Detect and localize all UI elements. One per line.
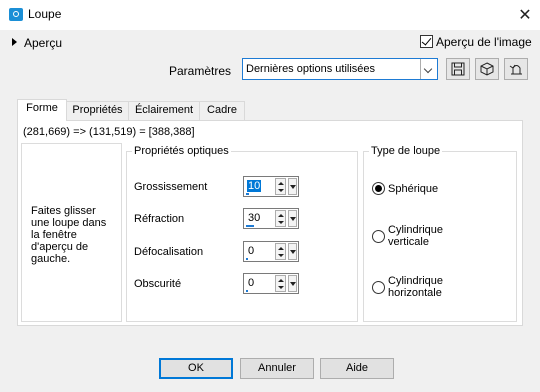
darkness-level-bar	[246, 290, 248, 292]
slider-popup-button[interactable]	[288, 275, 297, 292]
coordinates-readout: (281,669) => (131,519) = [388,388]	[23, 126, 195, 138]
checkmark-icon	[420, 35, 433, 48]
magnification-stepper[interactable]: 10	[243, 176, 299, 197]
slider-popup-button[interactable]	[288, 210, 297, 227]
close-button[interactable]: ✕	[513, 3, 537, 27]
save-preset-button[interactable]	[446, 58, 470, 80]
preset-dropdown[interactable]: Dernières options utilisées	[242, 58, 438, 80]
refraction-label: Réfraction	[134, 213, 185, 225]
slider-popup-button[interactable]	[288, 178, 297, 195]
radio-spherical[interactable]	[372, 182, 385, 195]
spherical-label[interactable]: Sphérique	[388, 183, 508, 195]
magnification-level-bar	[246, 193, 249, 195]
preview-expander-label: Aperçu	[24, 36, 63, 50]
load-preset-button[interactable]	[475, 58, 499, 80]
spin-arrows[interactable]	[275, 275, 286, 292]
defocus-stepper[interactable]: 0	[243, 241, 299, 262]
chevron-down-icon[interactable]	[420, 59, 437, 79]
window-title: Loupe	[28, 7, 62, 21]
cylindrical-horizontal-label[interactable]: Cylindrique horizontale	[388, 275, 458, 299]
refraction-stepper[interactable]: 30	[243, 208, 299, 229]
radio-cylindrical-vertical[interactable]	[372, 230, 385, 243]
tab-forme[interactable]: Forme	[17, 99, 67, 121]
slider-popup-button[interactable]	[288, 243, 297, 260]
save-icon	[451, 62, 465, 76]
refraction-level-bar	[246, 225, 254, 227]
magnification-label: Grossissement	[134, 181, 208, 193]
arrow-down-icon	[278, 189, 284, 192]
loupe-type-title: Type de loupe	[369, 145, 443, 157]
darkness-label: Obscurité	[134, 278, 182, 290]
refraction-value[interactable]: 30	[248, 212, 260, 224]
cancel-button[interactable]: Annuler	[240, 358, 314, 379]
load-icon	[480, 62, 494, 76]
instructions-text: Faites glisser une loupe dans la fenêtre…	[31, 205, 107, 265]
optical-properties-title: Propriétés optiques	[132, 145, 231, 157]
spin-arrows[interactable]	[275, 178, 286, 195]
darkness-value[interactable]: 0	[248, 277, 254, 289]
defocus-level-bar	[246, 258, 248, 260]
spin-arrows[interactable]	[275, 243, 286, 260]
spin-arrows[interactable]	[275, 210, 286, 227]
arrow-down-icon	[278, 221, 284, 224]
tab-eclairement[interactable]: Éclairement	[128, 101, 200, 120]
cylindrical-vertical-label[interactable]: Cylindrique verticale	[388, 224, 458, 248]
defocus-label: Défocalisation	[134, 246, 204, 258]
expand-triangle-icon	[12, 38, 17, 46]
defocus-value[interactable]: 0	[248, 245, 254, 257]
arrow-up-icon	[278, 182, 284, 185]
reset-icon	[509, 64, 522, 75]
preset-selected-value: Dernières options utilisées	[246, 63, 376, 75]
loupe-app-icon	[9, 8, 23, 21]
image-preview-checkbox[interactable]: Aperçu de l'image	[420, 35, 532, 49]
tab-proprietes[interactable]: Propriétés	[66, 101, 129, 120]
radio-cylindrical-horizontal[interactable]	[372, 281, 385, 294]
optical-properties-group	[126, 151, 358, 322]
arrow-up-icon	[278, 214, 284, 217]
reset-preset-button[interactable]	[504, 58, 528, 80]
magnification-value[interactable]: 10	[247, 180, 262, 192]
arrow-up-icon	[278, 279, 284, 282]
arrow-down-icon	[278, 254, 284, 257]
darkness-stepper[interactable]: 0	[243, 273, 299, 294]
tab-cadre[interactable]: Cadre	[199, 101, 245, 120]
image-preview-label: Aperçu de l'image	[436, 35, 532, 49]
arrow-down-icon	[278, 286, 284, 289]
preview-expander[interactable]: Aperçu	[12, 36, 62, 50]
title-bar	[0, 0, 540, 30]
presets-label: Paramètres	[169, 64, 232, 78]
help-button[interactable]: Aide	[320, 358, 394, 379]
ok-button[interactable]: OK	[159, 358, 233, 379]
arrow-up-icon	[278, 247, 284, 250]
